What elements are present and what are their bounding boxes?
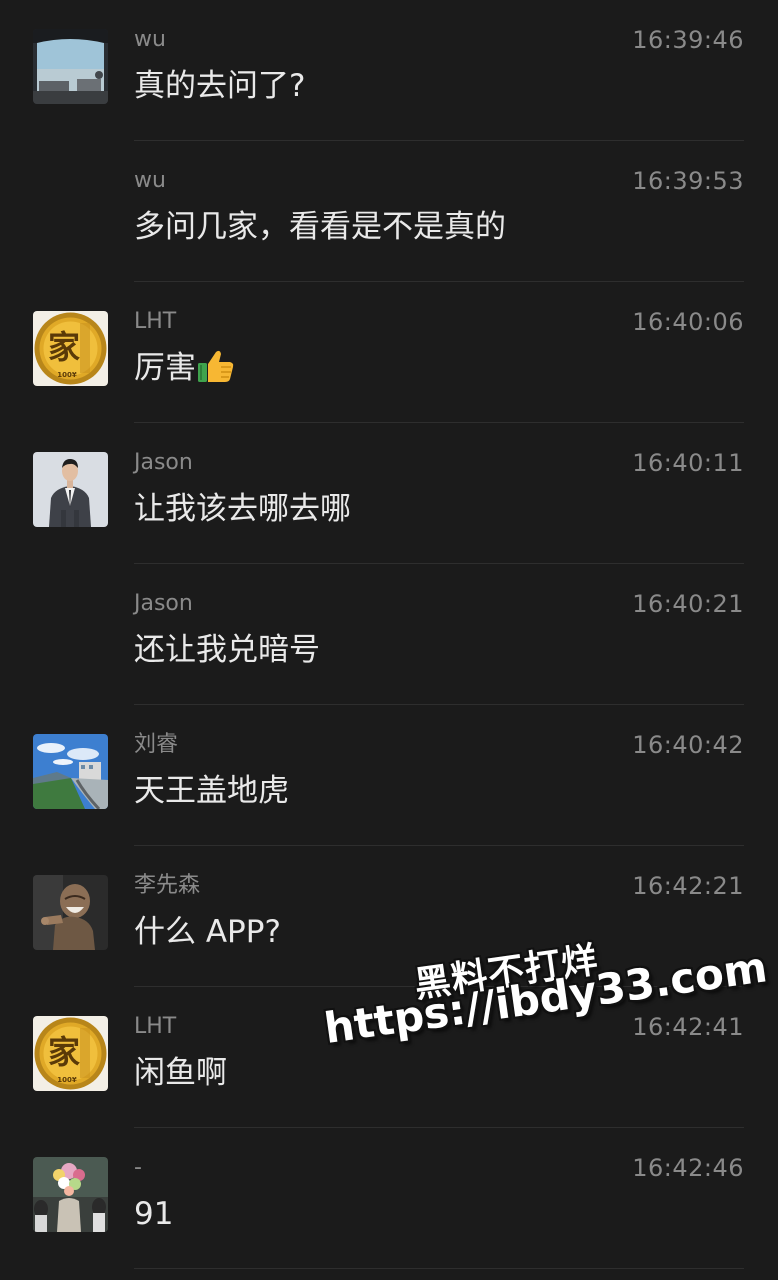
svg-text:家: 家 (48, 1033, 80, 1071)
sender-name: wu (134, 27, 166, 52)
message-row[interactable]: 家 100¥ LHT 16:42:41 闲鱼啊 (0, 987, 778, 1128)
avatar[interactable] (33, 875, 108, 950)
message-text: 闲鱼啊 (134, 1055, 227, 1091)
sender-name: wu (134, 168, 166, 193)
sender-name: 李先森 (134, 873, 201, 898)
message-timestamp: 16:42:41 (632, 1013, 744, 1041)
divider (134, 1268, 744, 1269)
message-text: 天王盖地虎 (134, 773, 289, 809)
message-row[interactable]: Jason 16:40:11 让我该去哪去哪 (0, 423, 778, 564)
sender-name: LHT (134, 309, 177, 334)
message-text: 什么 APP? (134, 914, 281, 950)
thumbs-up-icon (198, 350, 234, 382)
avatar[interactable] (33, 29, 108, 104)
coastal-landscape-icon (33, 734, 108, 809)
message-timestamp: 16:40:11 (632, 449, 744, 477)
avatar[interactable] (33, 1157, 108, 1232)
message-timestamp: 16:39:46 (632, 26, 744, 54)
gold-coin-jia-icon: 家 100¥ (33, 1016, 108, 1091)
message-timestamp: 16:39:53 (632, 167, 744, 195)
avatar[interactable]: 家 100¥ (33, 1016, 108, 1091)
message-timestamp: 16:40:06 (632, 308, 744, 336)
message-text: 让我该去哪去哪 (134, 491, 351, 527)
message-timestamp: 16:40:21 (632, 590, 744, 618)
gold-coin-jia-icon: 家 100¥ (33, 311, 108, 386)
message-row[interactable]: wu 16:39:46 真的去问了? (0, 0, 778, 141)
svg-text:100¥: 100¥ (57, 1076, 77, 1084)
sender-name: - (134, 1155, 142, 1180)
sender-name: LHT (134, 1014, 177, 1039)
man-in-suit-icon (33, 452, 108, 527)
avatar[interactable] (33, 452, 108, 527)
message-text-content: 厉害 (134, 350, 196, 386)
sender-name: Jason (134, 450, 193, 475)
message-text: 还让我兑暗号 (134, 632, 320, 668)
message-timestamp: 16:42:21 (632, 872, 744, 900)
message-row[interactable]: Jason 16:40:21 还让我兑暗号 (0, 564, 778, 705)
message-row[interactable]: wu 16:39:53 多问几家，看看是不是真的 (0, 141, 778, 282)
sender-name: 刘睿 (134, 732, 179, 757)
message-text: 多问几家，看看是不是真的 (134, 209, 506, 245)
message-text: 厉害 (134, 346, 235, 390)
message-row[interactable]: 刘睿 16:40:42 天王盖地虎 (0, 705, 778, 846)
message-row[interactable]: 李先森 16:42:21 什么 APP? (0, 846, 778, 987)
flower-crowd-icon (33, 1157, 108, 1232)
message-text: 真的去问了? (134, 68, 306, 104)
avatar[interactable]: 家 100¥ (33, 311, 108, 386)
car-window-photo-icon (33, 29, 108, 104)
chat-message-list: wu 16:39:46 真的去问了? wu 16:39:53 多问几家，看看是不… (0, 0, 778, 1280)
message-timestamp: 16:42:46 (632, 1154, 744, 1182)
message-row[interactable]: 家 100¥ LHT 16:40:06 厉害 (0, 282, 778, 423)
svg-text:100¥: 100¥ (57, 371, 77, 379)
message-text: 91 (134, 1196, 174, 1232)
svg-text:家: 家 (48, 328, 80, 366)
sender-name: Jason (134, 591, 193, 616)
avatar[interactable] (33, 734, 108, 809)
laughing-statue-icon (33, 875, 108, 950)
message-timestamp: 16:40:42 (632, 731, 744, 759)
message-row[interactable]: - 16:42:46 91 (0, 1128, 778, 1269)
